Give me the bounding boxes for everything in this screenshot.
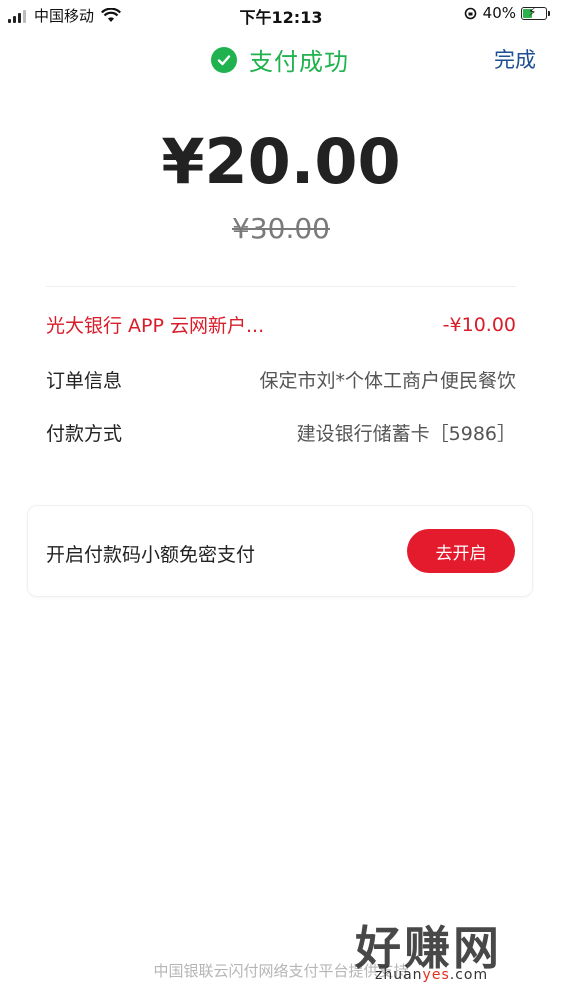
divider [46,286,516,287]
enable-button[interactable]: 去开启 [407,529,515,573]
battery-percent: 40% [482,4,516,22]
page-title: 支付成功 [249,48,349,76]
payment-method-row: 付款方式 建设银行储蓄卡［5986］ [46,419,516,446]
payment-method-value: 建设银行储蓄卡［5986］ [296,423,516,445]
header-status: 支付成功 [211,42,349,77]
status-right: 40% ⚡ [464,4,550,22]
battery-cap [548,10,550,16]
watermark-url-suffix: .com [449,967,489,983]
discount-value: -¥10.00 [442,313,516,336]
watermark-url: zhuanyes.com [375,967,488,983]
discount-label: 光大银行 APP 云网新户... [46,315,265,337]
watermark-url-accent: yes [422,967,450,983]
header: 支付成功 完成 [0,42,562,82]
promo-text: 开启付款码小额免密支付 [46,544,256,566]
order-info-row: 订单信息 保定市刘*个体工商户便民餐饮 [46,366,516,393]
payment-method-label: 付款方式 [46,423,123,445]
watermark-url-prefix: zhuan [375,967,423,983]
promo-card: 开启付款码小额免密支付 去开启 [27,505,533,597]
discount-row: 光大银行 APP 云网新户... -¥10.00 [46,311,516,338]
order-info-label: 订单信息 [46,370,123,392]
status-bar: 中国移动 下午12:13 40% ⚡ [0,0,562,30]
original-amount: ¥30.00 [232,212,330,245]
watermark: 好赚网 zhuanyes.com [355,912,555,992]
paid-amount: ¥20.00 [161,125,401,198]
check-circle-icon [211,46,237,73]
order-info-value: 保定市刘*个体工商户便民餐饮 [259,370,516,392]
rotation-lock-icon [464,7,476,19]
battery-icon: ⚡ [521,5,547,20]
done-button[interactable]: 完成 [494,44,536,74]
